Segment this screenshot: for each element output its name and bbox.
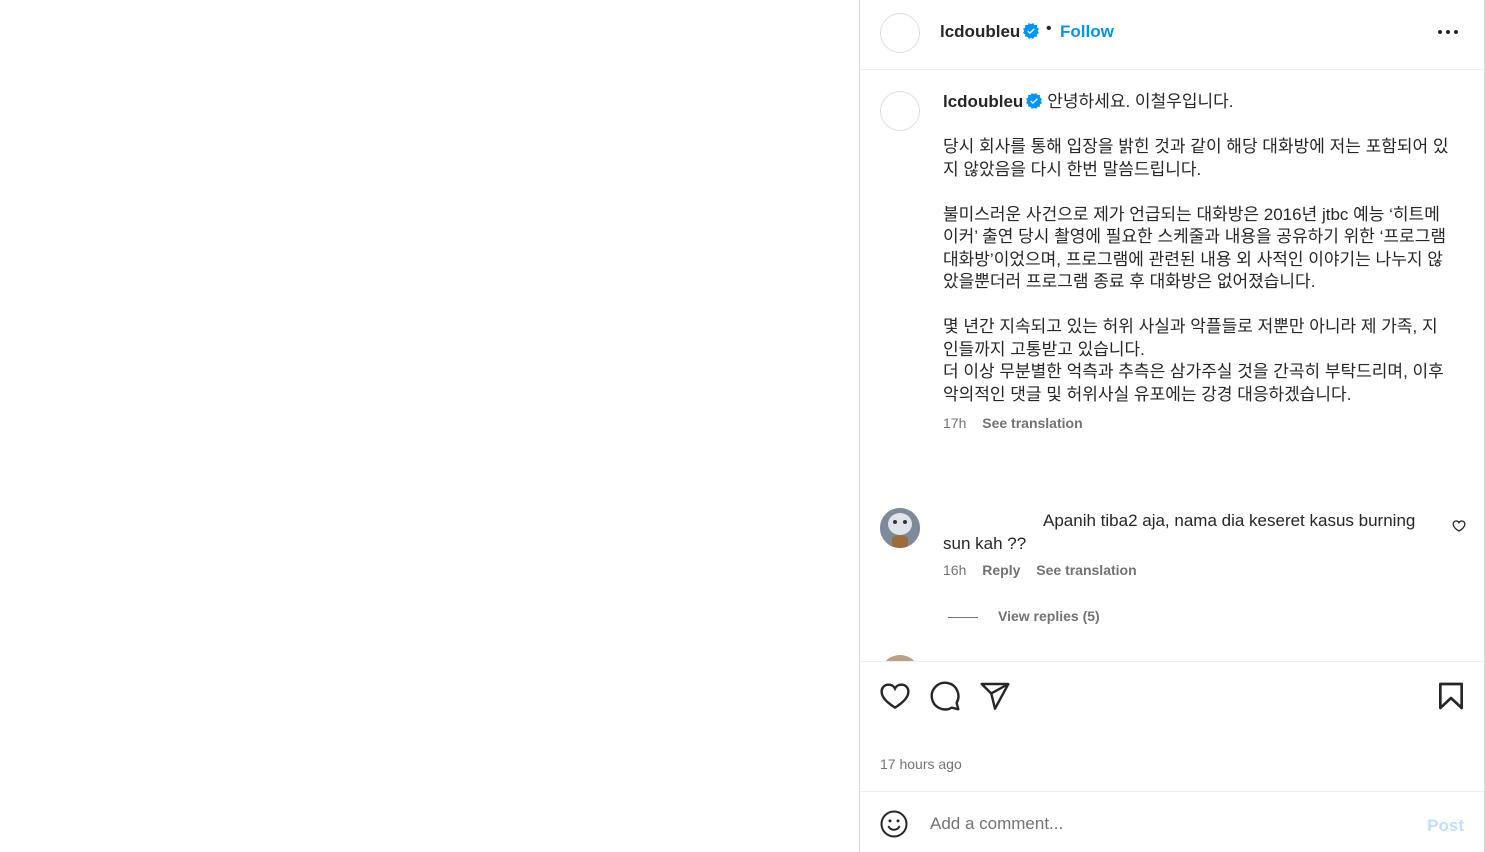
view-replies-line xyxy=(948,616,978,618)
more-options-icon[interactable] xyxy=(1436,22,1460,42)
comment-text-block: Apanih tiba2 aja, nama dia keseret kasus… xyxy=(943,510,1443,555)
bookmark-icon[interactable] xyxy=(1435,680,1467,712)
post-timestamp[interactable]: 17 hours ago xyxy=(880,756,962,772)
caption-author-avatar[interactable] xyxy=(880,91,920,131)
caption-paragraph: 불미스러운 사건으로 제가 언급되는 대화방은 2016년 jtbc 예능 ‘히… xyxy=(943,204,1446,292)
comments-scroll-area[interactable]: lcdoubleu 안녕하세요. 이철우입니다. 당시 회사를 통해 입장을 밝힌… xyxy=(860,71,1484,661)
verified-badge-icon xyxy=(1026,93,1043,109)
follow-button[interactable]: Follow xyxy=(1060,21,1114,43)
emoji-icon[interactable] xyxy=(879,809,909,839)
commenter-avatar-image xyxy=(880,508,920,548)
view-replies-button[interactable]: View replies (5) xyxy=(948,608,1100,624)
heart-icon[interactable] xyxy=(879,680,911,712)
commenter-avatar[interactable] xyxy=(880,508,920,548)
post-comment-button[interactable]: Post xyxy=(1427,816,1464,836)
author-avatar[interactable] xyxy=(880,13,920,53)
comment-icon[interactable] xyxy=(929,680,961,712)
caption-paragraph: 몇 년간 지속되고 있는 허위 사실과 악플들로 저뿐만 아니라 제 가족, 지… xyxy=(943,317,1444,404)
comment-text: Apanih tiba2 aja, nama dia keseret kasus… xyxy=(943,511,1416,553)
comment-input[interactable] xyxy=(930,813,1410,835)
comment-time[interactable]: 16h xyxy=(943,562,966,578)
verified-badge-icon xyxy=(1023,23,1040,39)
caption-paragraph: 안녕하세요. 이철우입니다. xyxy=(1047,92,1234,111)
caption-paragraph: 당시 회사를 통해 입장을 밝힌 것과 같이 해당 대화방에 저는 포함되어 있… xyxy=(943,137,1449,179)
caption-see-translation-button[interactable]: See translation xyxy=(982,415,1082,431)
comment-reply-button[interactable]: Reply xyxy=(982,562,1020,578)
view-replies-label: View replies (5) xyxy=(998,608,1100,624)
comment-composer: Post xyxy=(860,791,1484,852)
share-icon[interactable] xyxy=(979,680,1011,712)
author-username[interactable]: lcdoubleu xyxy=(940,22,1020,41)
post-header: lcdoubleu • Follow xyxy=(860,0,1484,70)
comment-see-translation-button[interactable]: See translation xyxy=(1036,562,1136,578)
post-caption: lcdoubleu 안녕하세요. 이철우입니다. 당시 회사를 통해 입장을 밝힌… xyxy=(943,91,1453,432)
post-side-panel: lcdoubleu • Follow lcdoubleu 안녕하세요. 이철우입니… xyxy=(859,0,1485,852)
author-username-link[interactable]: lcdoubleu xyxy=(940,21,1040,43)
post-actions-bar xyxy=(860,661,1484,731)
caption-username[interactable]: lcdoubleu xyxy=(943,92,1023,111)
comment-like-heart-icon[interactable] xyxy=(1452,519,1466,533)
caption-time[interactable]: 17h xyxy=(943,415,966,431)
comment-meta: 16h Reply See translation xyxy=(943,562,1149,578)
caption-meta: 17h See translation xyxy=(943,414,1453,432)
post-media-area xyxy=(0,0,859,852)
header-separator: • xyxy=(1046,20,1052,37)
